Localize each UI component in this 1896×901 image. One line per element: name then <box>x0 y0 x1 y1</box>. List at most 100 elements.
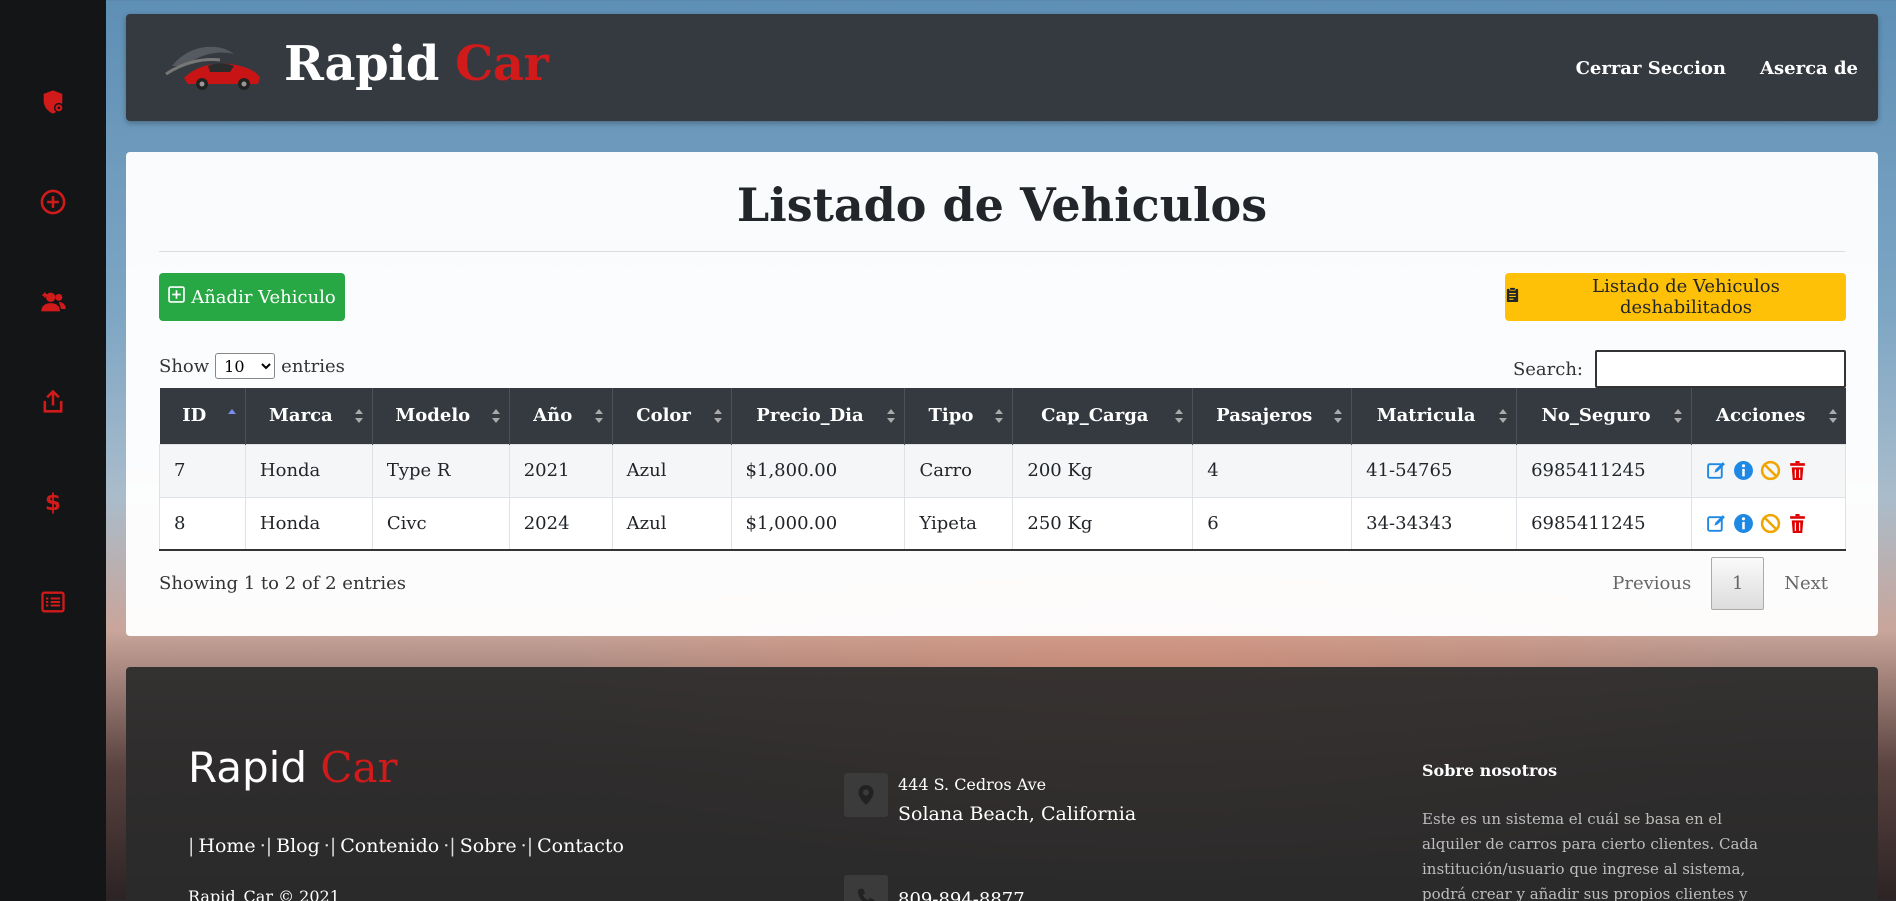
vehicles-table: ID Marca Modelo Año Color Precio_Dia Tip… <box>159 388 1847 551</box>
sort-icon <box>354 408 363 423</box>
footer-brand: Rapid Car <box>188 743 398 792</box>
cell-cap-carga: 250 Kg <box>1012 496 1194 551</box>
sort-icon <box>887 408 896 423</box>
cell-pasajeros: 4 <box>1192 443 1353 498</box>
entries-label: entries <box>281 355 345 377</box>
footer-brand-main: Rapid <box>188 743 307 792</box>
cell-matricula: 34-34343 <box>1351 496 1518 551</box>
footer-link-home[interactable]: Home <box>194 835 259 857</box>
shield-settings-icon[interactable] <box>33 82 73 122</box>
plus-square-icon <box>168 286 186 308</box>
address-line-2: Solana Beach, California <box>898 803 1137 825</box>
cell-tipo: Yipeta <box>904 496 1014 551</box>
column-header-matricula[interactable]: Matricula <box>1351 388 1517 444</box>
sort-asc-icon <box>227 408 236 414</box>
title-divider <box>159 251 1845 252</box>
cell-acciones <box>1690 443 1847 498</box>
pagination: Previous 1 Next <box>1592 557 1848 610</box>
footer-links: | Home · | Blog · | Contenido · | Sobre · | Conta… <box>188 835 628 857</box>
column-header-no-seguro[interactable]: No_Seguro <box>1516 388 1692 444</box>
page-button-current[interactable]: 1 <box>1711 557 1765 610</box>
trash-icon[interactable] <box>1787 513 1808 534</box>
disabled-vehicles-button[interactable]: Listado de Vehiculos deshabilitados <box>1505 273 1846 321</box>
column-header-tipo[interactable]: Tipo <box>904 388 1013 444</box>
footer: Rapid Car | Home · | Blog · | Contenido · | Sob… <box>126 667 1878 901</box>
footer-link-contacto[interactable]: Contacto <box>533 835 628 857</box>
column-header-acciones[interactable]: Acciones <box>1690 388 1846 444</box>
disable-icon[interactable] <box>1760 513 1781 534</box>
cell-marca: Honda <box>244 496 373 551</box>
info-icon[interactable] <box>1733 513 1754 534</box>
vehicles-card: Listado de Vehiculos Añadir Vehiculo Lis… <box>126 152 1878 636</box>
logout-link[interactable]: Cerrar Seccion <box>1576 58 1726 79</box>
sort-icon <box>491 408 500 423</box>
page-size-select[interactable]: 10 25 50 100 <box>215 353 276 379</box>
column-header-color[interactable]: Color <box>611 388 732 444</box>
copyright: Rapid_Car © 2021 <box>188 887 340 901</box>
add-vehicle-label: Añadir Vehiculo <box>191 286 336 308</box>
cell-color: Azul <box>611 443 732 498</box>
cell-no-seguro: 6985411245 <box>1516 496 1692 551</box>
info-icon[interactable] <box>1733 460 1754 481</box>
search-input[interactable] <box>1595 350 1846 388</box>
sort-icon <box>594 408 603 423</box>
table-header-row: ID Marca Modelo Año Color Precio_Dia Tip… <box>159 388 1846 444</box>
sort-icon <box>1499 408 1508 423</box>
trash-icon[interactable] <box>1787 460 1808 481</box>
cell-no-seguro: 6985411245 <box>1516 443 1692 498</box>
cell-id: 7 <box>159 443 246 498</box>
brand-title[interactable]: Rapid Car <box>284 36 549 92</box>
next-page-button[interactable]: Next <box>1764 573 1848 594</box>
cell-acciones <box>1690 496 1847 551</box>
car-logo-icon <box>164 36 264 100</box>
upload-icon[interactable] <box>33 382 73 422</box>
footer-link-sobre[interactable]: Sobre <box>456 835 521 857</box>
about-title: Sobre nosotros <box>1422 761 1558 780</box>
cell-color: Azul <box>611 496 732 551</box>
add-circle-icon[interactable] <box>33 182 73 222</box>
footer-link-blog[interactable]: Blog <box>272 835 324 857</box>
sort-icon <box>1334 408 1343 423</box>
cell-anio: 2021 <box>508 443 613 498</box>
header-nav: Cerrar Seccion Aserca de <box>1576 58 1858 79</box>
users-add-icon[interactable] <box>33 282 73 322</box>
phone-icon <box>844 875 888 901</box>
about-link[interactable]: Aserca de <box>1760 58 1858 79</box>
edit-icon[interactable] <box>1706 460 1727 481</box>
edit-icon[interactable] <box>1706 513 1727 534</box>
map-marker-icon <box>844 773 888 817</box>
cell-cap-carga: 200 Kg <box>1012 443 1194 498</box>
cell-id: 8 <box>159 496 246 551</box>
table-info: Showing 1 to 2 of 2 entries <box>159 573 407 594</box>
list-icon[interactable] <box>33 582 73 622</box>
column-header-precio-dia[interactable]: Precio_Dia <box>730 388 905 444</box>
disable-icon[interactable] <box>1760 460 1781 481</box>
footer-brand-accent: Car <box>320 743 398 792</box>
phone-number: 809-894-8877 <box>898 889 1025 901</box>
cell-modelo: Type R <box>371 443 510 498</box>
column-header-modelo[interactable]: Modelo <box>371 388 510 444</box>
page-title: Listado de Vehiculos <box>736 178 1268 232</box>
top-header: Rapid Car Cerrar Seccion Aserca de <box>126 14 1878 121</box>
sort-icon <box>1673 408 1682 423</box>
address-line-1: 444 S. Cedros Ave <box>898 775 1047 794</box>
footer-link-contenido[interactable]: Contenido <box>336 835 443 857</box>
add-vehicle-button[interactable]: Añadir Vehiculo <box>159 273 345 321</box>
sidebar: $ <box>0 0 106 901</box>
column-header-pasajeros[interactable]: Pasajeros <box>1192 388 1352 444</box>
sort-icon <box>713 408 722 423</box>
sort-icon <box>995 408 1004 423</box>
cell-tipo: Carro <box>904 443 1014 498</box>
show-label: Show <box>159 355 210 377</box>
cell-precio-dia: $1,800.00 <box>730 443 906 498</box>
column-header-id[interactable]: ID <box>159 388 246 444</box>
column-header-cap-carga[interactable]: Cap_Carga <box>1012 388 1193 444</box>
column-header-marca[interactable]: Marca <box>244 388 373 444</box>
dollar-icon[interactable]: $ <box>33 482 73 522</box>
column-header-anio[interactable]: Año <box>508 388 613 444</box>
sort-icon <box>1175 408 1184 423</box>
disabled-vehicles-label: Listado de Vehiculos deshabilitados <box>1592 276 1780 318</box>
clipboard-icon <box>1505 286 1520 308</box>
about-text: Este es un sistema el cuál se basa en el… <box>1422 810 1758 901</box>
previous-page-button[interactable]: Previous <box>1592 573 1711 594</box>
